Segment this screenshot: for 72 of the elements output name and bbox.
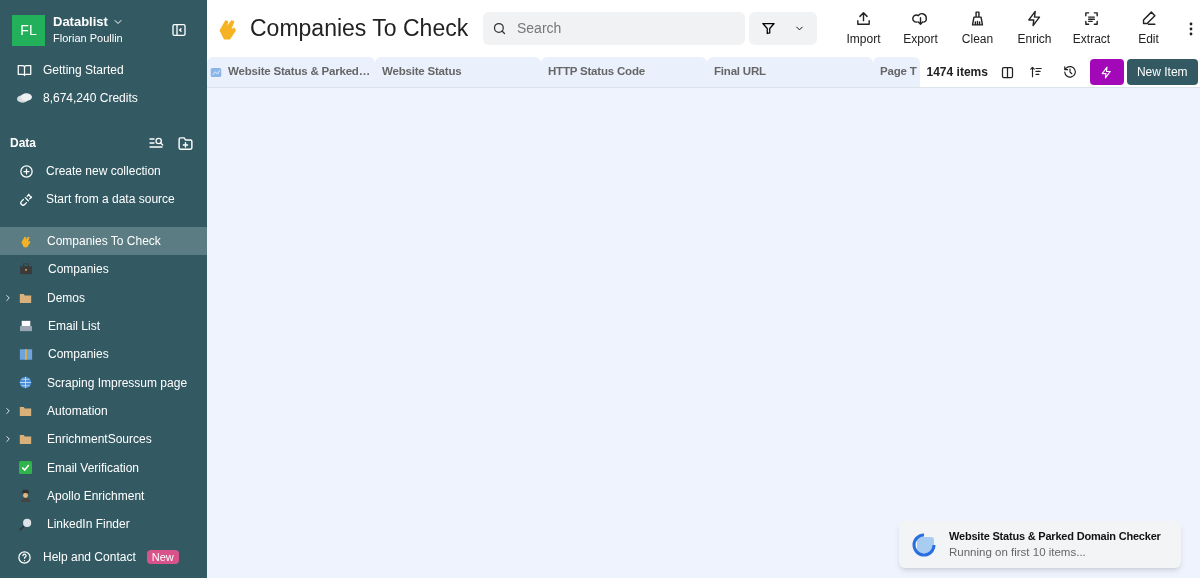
sidebar-action[interactable]: Create new collection: [0, 157, 207, 185]
more-icon[interactable]: [1189, 21, 1193, 36]
filter-icon: [761, 21, 776, 36]
help-link[interactable]: Help and Contact: [43, 548, 136, 567]
spinner-icon: [911, 531, 937, 558]
coins-icon: [17, 92, 32, 104]
search-list-icon: [148, 135, 164, 151]
collection-item[interactable]: Companies To Check: [0, 227, 207, 256]
detective-icon: [19, 489, 32, 503]
collection-item[interactable]: Email Verification: [0, 453, 207, 482]
column-header[interactable]: Page T: [873, 57, 920, 87]
workspace-name[interactable]: Datablist: [53, 14, 108, 30]
toolbar-button[interactable]: Enrich: [1006, 9, 1063, 48]
chevron-icon: [3, 292, 13, 303]
collection-item[interactable]: Demos: [0, 283, 207, 312]
pencil-icon: [1140, 9, 1157, 27]
section-heading: Data: [10, 135, 37, 152]
toolbar-button[interactable]: Import: [835, 9, 892, 48]
briefcase-icon: [19, 263, 33, 276]
new-folder-icon: [177, 134, 194, 152]
collection-item[interactable]: LinkedIn Finder: [0, 509, 207, 539]
filter-button[interactable]: [749, 12, 817, 45]
toast-title: Website Status & Parked Domain Checker: [949, 528, 1161, 544]
item-count: 1474 items: [926, 64, 988, 81]
sidebar-link[interactable]: 8,674,240 Credits: [0, 84, 207, 112]
folder-icon: [19, 291, 32, 304]
upload-icon: [855, 9, 872, 27]
inbox-tray-icon: [19, 320, 33, 333]
collapse-sidebar-icon: [171, 22, 187, 38]
lightning-icon: [1100, 65, 1114, 79]
chevron-icon: [3, 405, 13, 416]
columns-icon: [999, 64, 1015, 80]
collection-item[interactable]: Automation: [0, 396, 207, 426]
collection-item[interactable]: EnrichmentSources: [0, 425, 207, 454]
column-header[interactable]: HTTP Status Code: [541, 57, 707, 87]
toolbar-button[interactable]: Export: [892, 9, 949, 48]
toast-message: Running on first 10 items...: [949, 545, 1087, 561]
check-mark-icon: [19, 461, 32, 474]
lightning-button[interactable]: [1089, 59, 1124, 85]
column-header[interactable]: Website Status: [375, 57, 541, 87]
broom-icon: [969, 9, 986, 27]
toolbar-button[interactable]: Extract: [1063, 9, 1120, 48]
new-item-button[interactable]: New Item: [1126, 59, 1198, 85]
column-header[interactable]: Final URL: [707, 57, 873, 87]
new-badge: New: [146, 550, 179, 565]
magnifier-icon: [19, 517, 32, 531]
globe-icon: [19, 376, 32, 390]
collection-item[interactable]: Companies: [0, 340, 207, 369]
collection-item[interactable]: Apollo Enrichment: [0, 481, 207, 510]
plus-circle-icon: [19, 163, 34, 179]
toolbar-button[interactable]: Clean: [949, 9, 1006, 48]
search-icon: [492, 21, 507, 36]
book-icon: [17, 62, 32, 78]
lightning-icon: [1026, 9, 1043, 27]
scan-text-icon: [1083, 9, 1100, 27]
folder-icon: [19, 404, 32, 417]
folder-icon: [19, 433, 32, 446]
column-header[interactable]: Website Status & Parked…: [207, 57, 375, 87]
help-icon: [17, 549, 32, 565]
collection-item[interactable]: Companies: [0, 255, 207, 284]
search-field[interactable]: Search: [517, 18, 717, 39]
history-icon: [1062, 65, 1077, 79]
toolbar-button[interactable]: Edit: [1120, 9, 1177, 48]
sidebar-action[interactable]: Start from a data source: [0, 185, 207, 213]
collection-item[interactable]: Email List: [0, 311, 207, 341]
chevron-icon: [3, 434, 13, 445]
search-box[interactable]: Search: [483, 12, 745, 45]
sort-icon: [1028, 65, 1043, 79]
sidebar-link[interactable]: Getting Started: [0, 56, 207, 84]
collection-item[interactable]: Scraping Impressum page: [0, 368, 207, 397]
user-name: Florian Poullin: [53, 31, 124, 46]
page-title: Companies To Check: [250, 14, 470, 44]
